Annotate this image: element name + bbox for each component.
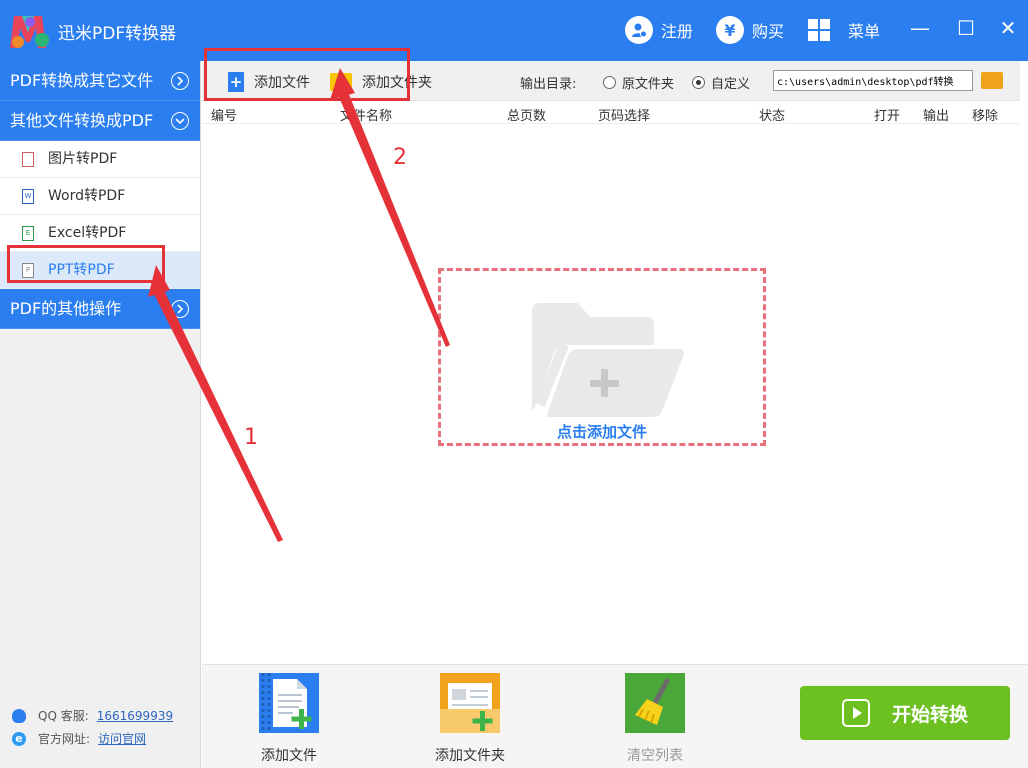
word-file-icon: W (22, 189, 34, 204)
output-dir-label: 输出目录: (520, 77, 577, 92)
menu-button[interactable]: 菜单 (808, 15, 880, 45)
add-file-dropzone[interactable]: 点击添加文件 (438, 268, 766, 446)
sidebar-group-pdf-other-ops[interactable]: PDF的其他操作 (0, 289, 200, 329)
start-convert-button[interactable]: 开始转换 (800, 686, 1010, 740)
annotation-highlight-add-file (204, 48, 410, 101)
radio-label: 原文件夹 (622, 77, 675, 92)
image-file-icon (22, 152, 34, 167)
radio-circle-icon (603, 76, 616, 89)
radio-custom[interactable]: 自定义 (692, 73, 750, 92)
column-header: 输出 (923, 109, 950, 124)
column-header: 打开 (874, 109, 901, 124)
sidebar-item-word-to-pdf[interactable]: W Word转PDF (0, 178, 200, 215)
sidebar: PDF转换成其它文件 其他文件转换成PDF 图片转PDF W Word转PDF … (0, 61, 201, 768)
output-path-field[interactable] (773, 70, 973, 91)
browse-folder-icon[interactable] (981, 72, 1003, 89)
bottom-add-folder-label: 添加文件夹 (435, 748, 505, 764)
maximize-button[interactable]: ☐ (951, 14, 981, 42)
sidebar-group-other-to-pdf[interactable]: 其他文件转换成PDF (0, 101, 200, 141)
add-folder-large-icon (440, 673, 500, 733)
file-table-header: 编号 文件名称 总页数 页码选择 状态 打开 输出 移除 (202, 102, 1020, 124)
bottom-add-folder-button[interactable]: 添加文件夹 (420, 673, 520, 765)
sidebar-item-label: Excel转PDF (48, 225, 127, 241)
play-icon (841, 699, 870, 727)
column-header: 状态 (759, 109, 786, 124)
grid-menu-icon (808, 19, 830, 41)
annotation-highlight-ppt (7, 245, 165, 283)
sidebar-item-label: 图片转PDF (48, 151, 118, 167)
column-header: 移除 (972, 109, 999, 124)
user-icon (625, 16, 653, 44)
sidebar-group-pdf-to-other[interactable]: PDF转换成其它文件 (0, 61, 200, 101)
official-site: e 官方网址: 访问官网 (12, 730, 146, 747)
annotation-step-1: 1 (244, 425, 258, 450)
qq-support: QQ 客服: 1661699939 (12, 707, 173, 724)
clear-list-button[interactable]: 清空列表 (605, 673, 705, 765)
column-header: 文件名称 (340, 109, 393, 124)
chevron-right-icon (171, 72, 189, 90)
annotation-arrow-2-shaft (336, 87, 450, 347)
chevron-down-icon (171, 112, 189, 130)
sidebar-item-image-to-pdf[interactable]: 图片转PDF (0, 141, 200, 178)
radio-label: 自定义 (711, 77, 751, 92)
bottom-add-file-label: 添加文件 (261, 748, 317, 764)
yen-icon: ¥ (716, 16, 744, 44)
sidebar-group-label: PDF的其他操作 (10, 299, 122, 318)
radio-selected-icon (692, 76, 705, 89)
clear-list-label: 清空列表 (627, 748, 683, 764)
bottom-add-file-button[interactable]: 添加文件 (239, 673, 339, 765)
minimize-button[interactable]: — (905, 14, 935, 42)
app-title: 迅米PDF转换器 (58, 24, 177, 44)
radio-original-folder[interactable]: 原文件夹 (603, 73, 674, 92)
visit-site-link[interactable]: 访问官网 (98, 730, 146, 747)
column-header: 页码选择 (598, 109, 651, 124)
chevron-right-icon (171, 300, 189, 318)
sidebar-group-label: PDF转换成其它文件 (10, 71, 154, 90)
excel-file-icon: E (22, 226, 34, 241)
qq-icon (12, 708, 26, 723)
title-bar: 迅米PDF转换器 注册 ¥ 购买 菜单 — ☐ ✕ (0, 0, 1028, 61)
column-header: 编号 (211, 109, 238, 124)
qq-label: QQ 客服: (38, 709, 89, 723)
column-header: 总页数 (507, 109, 547, 124)
dropzone-label: 点击添加文件 (556, 423, 647, 441)
sidebar-item-label: Word转PDF (48, 188, 126, 204)
add-file-large-icon (259, 673, 319, 733)
sidebar-group-label: 其他文件转换成PDF (10, 111, 154, 130)
register-button[interactable]: 注册 (625, 15, 693, 45)
menu-label: 菜单 (848, 22, 881, 41)
bottom-bar: 添加文件 添加文件夹 清空列表 开始转换 (202, 664, 1028, 768)
buy-button[interactable]: ¥ 购买 (716, 15, 784, 45)
app-logo-icon (10, 16, 49, 48)
browser-icon: e (12, 731, 26, 746)
annotation-step-2: 2 (393, 145, 407, 170)
buy-label: 购买 (752, 22, 785, 41)
qq-number-link[interactable]: 1661699939 (97, 709, 173, 723)
folder-add-icon (532, 303, 684, 417)
register-label: 注册 (661, 22, 694, 41)
site-label: 官方网址: (38, 732, 91, 746)
close-button[interactable]: ✕ (993, 14, 1023, 42)
start-convert-label: 开始转换 (891, 703, 968, 726)
broom-icon (625, 673, 685, 733)
